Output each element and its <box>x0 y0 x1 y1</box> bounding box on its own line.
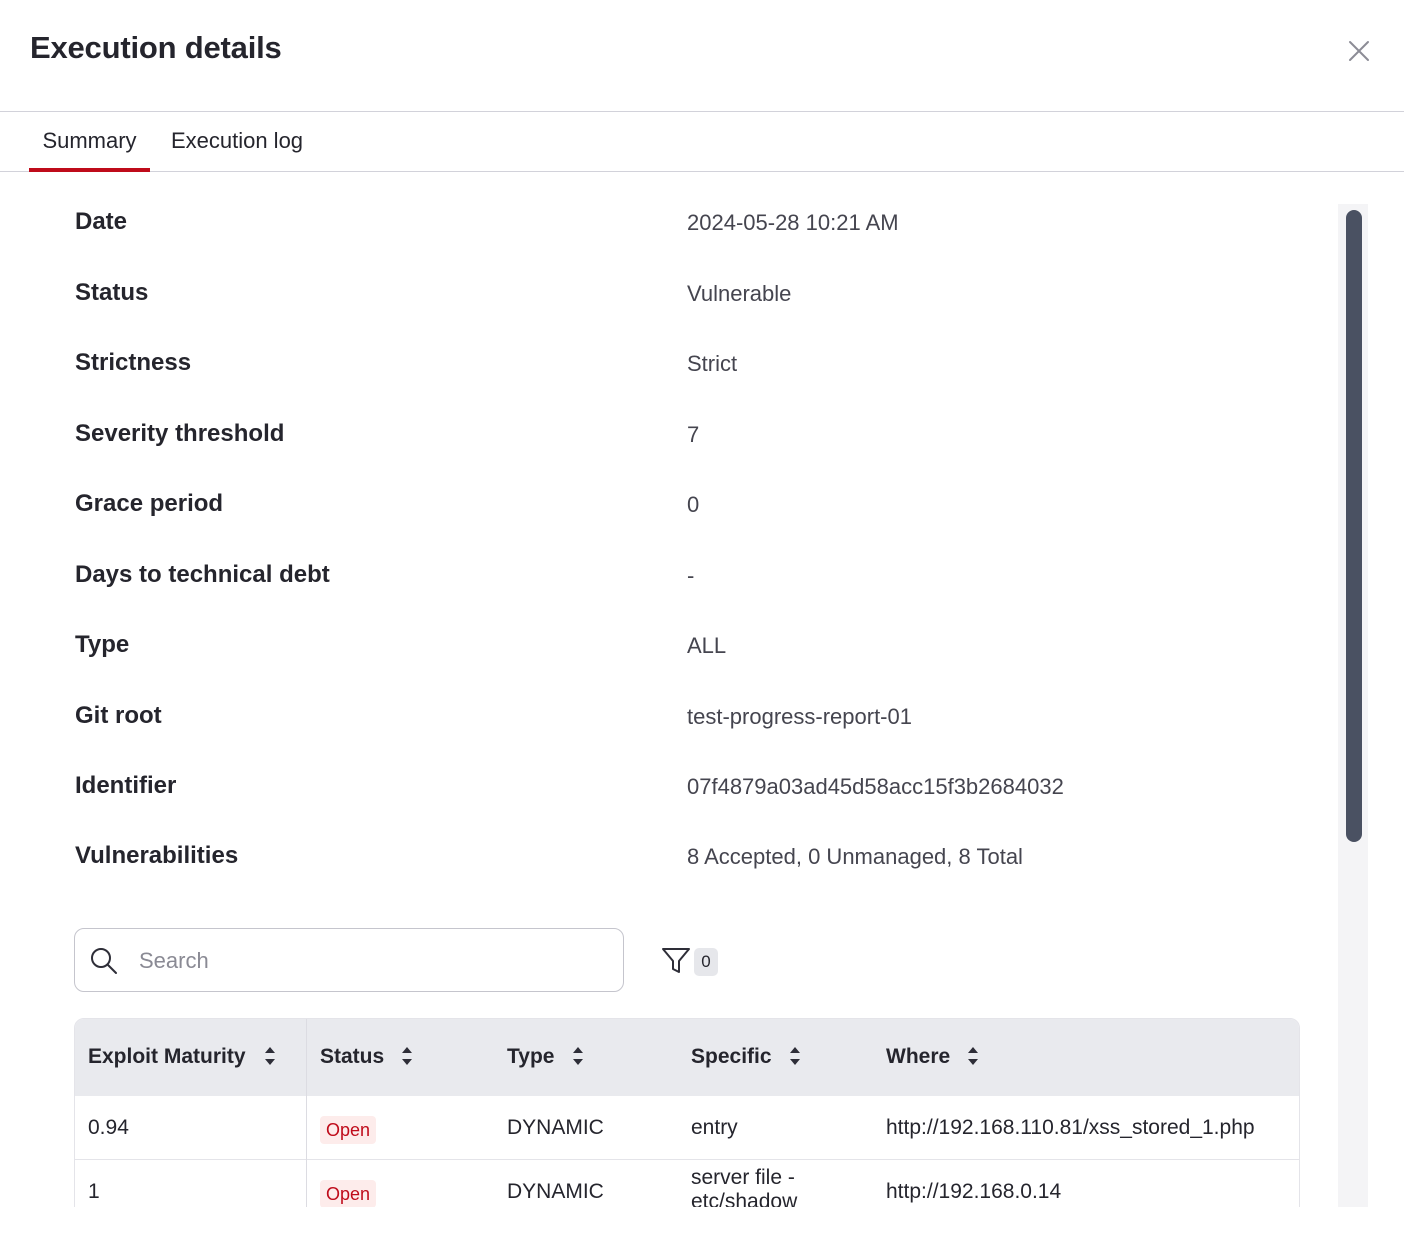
cell-exploit-maturity: 0.94 <box>88 1116 129 1139</box>
column-header-where[interactable]: Where <box>886 1019 1086 1096</box>
tab-bar: Summary Execution log <box>0 112 1404 172</box>
filter-count-badge: 0 <box>694 948 718 976</box>
tab-execution-log[interactable]: Execution log <box>162 112 312 172</box>
detail-label: Status <box>75 279 149 306</box>
detail-label: Date <box>75 208 128 235</box>
cell-type: DYNAMIC <box>507 1180 604 1203</box>
column-header-specific[interactable]: Specific <box>691 1019 871 1096</box>
filter-icon <box>662 948 690 973</box>
status-badge: Open <box>320 1180 377 1207</box>
sort-icon <box>265 1047 275 1065</box>
detail-row-strictness: Strictness Strict <box>75 349 1275 389</box>
cell-where: http://192.168.110.81/xss_stored_1.php <box>886 1116 1255 1139</box>
vulnerabilities-table: Exploit Maturity Status Type Specific Wh… <box>74 1018 1300 1207</box>
summary-panel: Date 2024-05-28 10:21 AM Status Vulnerab… <box>0 172 1404 1207</box>
detail-row-identifier: Identifier 07f4879a03ad45d58acc15f3b2684… <box>75 772 1275 812</box>
detail-row-grace-period: Grace period 0 <box>75 490 1275 530</box>
detail-value: 7 <box>687 422 700 447</box>
cell-specific: server file - etc/shadow <box>691 1166 798 1207</box>
detail-row-days-to-technical-debt: Days to technical debt - <box>75 561 1275 601</box>
detail-label: Strictness <box>75 349 192 376</box>
detail-label: Git root <box>75 702 162 729</box>
column-header-exploit-maturity[interactable]: Exploit Maturity <box>88 1019 298 1096</box>
table-header: Exploit Maturity Status Type Specific Wh… <box>75 1019 1299 1096</box>
search-box <box>74 928 624 992</box>
detail-value: test-progress-report-01 <box>687 704 912 729</box>
sort-icon <box>402 1047 412 1065</box>
close-button[interactable] <box>1340 32 1378 70</box>
detail-label: Severity threshold <box>75 420 285 447</box>
cell-exploit-maturity: 1 <box>88 1180 100 1203</box>
detail-label: Type <box>75 631 130 658</box>
tab-summary[interactable]: Summary <box>29 112 150 172</box>
detail-value: 07f4879a03ad45d58acc15f3b2684032 <box>687 774 1064 799</box>
column-header-label: Where <box>886 1045 951 1068</box>
scrollbar-thumb[interactable] <box>1346 210 1362 842</box>
column-header-type[interactable]: Type <box>507 1019 667 1096</box>
detail-value: - <box>687 563 695 588</box>
close-icon <box>1349 41 1369 61</box>
detail-row-severity-threshold: Severity threshold 7 <box>75 420 1275 460</box>
detail-value: 2024-05-28 10:21 AM <box>687 210 899 235</box>
column-header-label: Status <box>320 1045 385 1068</box>
detail-row-git-root: Git root test-progress-report-01 <box>75 702 1275 742</box>
column-divider <box>306 1019 307 1207</box>
table-row[interactable]: 0.94 Open DYNAMIC entry http://192.168.1… <box>75 1096 1299 1160</box>
cell-where: http://192.168.0.14 <box>886 1180 1062 1203</box>
detail-row-status: Status Vulnerable <box>75 279 1275 319</box>
detail-label: Identifier <box>75 772 177 799</box>
detail-value: 0 <box>687 492 700 517</box>
detail-value: Strict <box>687 351 738 376</box>
detail-value: Vulnerable <box>687 281 792 306</box>
cell-type: DYNAMIC <box>507 1116 604 1139</box>
detail-row-type: Type ALL <box>75 631 1275 671</box>
tab-execution-log-label: Execution log <box>170 128 304 153</box>
detail-row-vulnerabilities: Vulnerabilities 8 Accepted, 0 Unmanaged,… <box>75 842 1275 882</box>
detail-label: Vulnerabilities <box>75 842 239 869</box>
detail-label: Days to technical debt <box>75 561 330 588</box>
detail-value: 8 Accepted, 0 Unmanaged, 8 Total <box>687 844 1023 869</box>
tab-summary-label: Summary <box>42 128 137 153</box>
filter-button[interactable] <box>660 946 692 976</box>
column-header-label: Type <box>507 1045 555 1068</box>
modal-title: Execution details <box>30 30 282 65</box>
search-icon <box>91 948 117 974</box>
detail-value: ALL <box>687 633 727 658</box>
column-header-status[interactable]: Status <box>320 1019 490 1096</box>
status-badge: Open <box>320 1116 377 1144</box>
sort-icon <box>790 1047 800 1065</box>
sort-icon <box>968 1047 978 1065</box>
table-row[interactable]: 1 Open DYNAMIC server file - etc/shadow … <box>75 1160 1299 1207</box>
search-input[interactable] <box>139 941 609 981</box>
modal-header: Execution details <box>0 0 1404 112</box>
column-header-label: Specific <box>691 1045 772 1068</box>
cell-specific: entry <box>691 1116 738 1139</box>
detail-label: Grace period <box>75 490 224 517</box>
detail-row-date: Date 2024-05-28 10:21 AM <box>75 208 1275 248</box>
sort-icon <box>573 1047 583 1065</box>
column-header-label: Exploit Maturity <box>88 1045 246 1068</box>
